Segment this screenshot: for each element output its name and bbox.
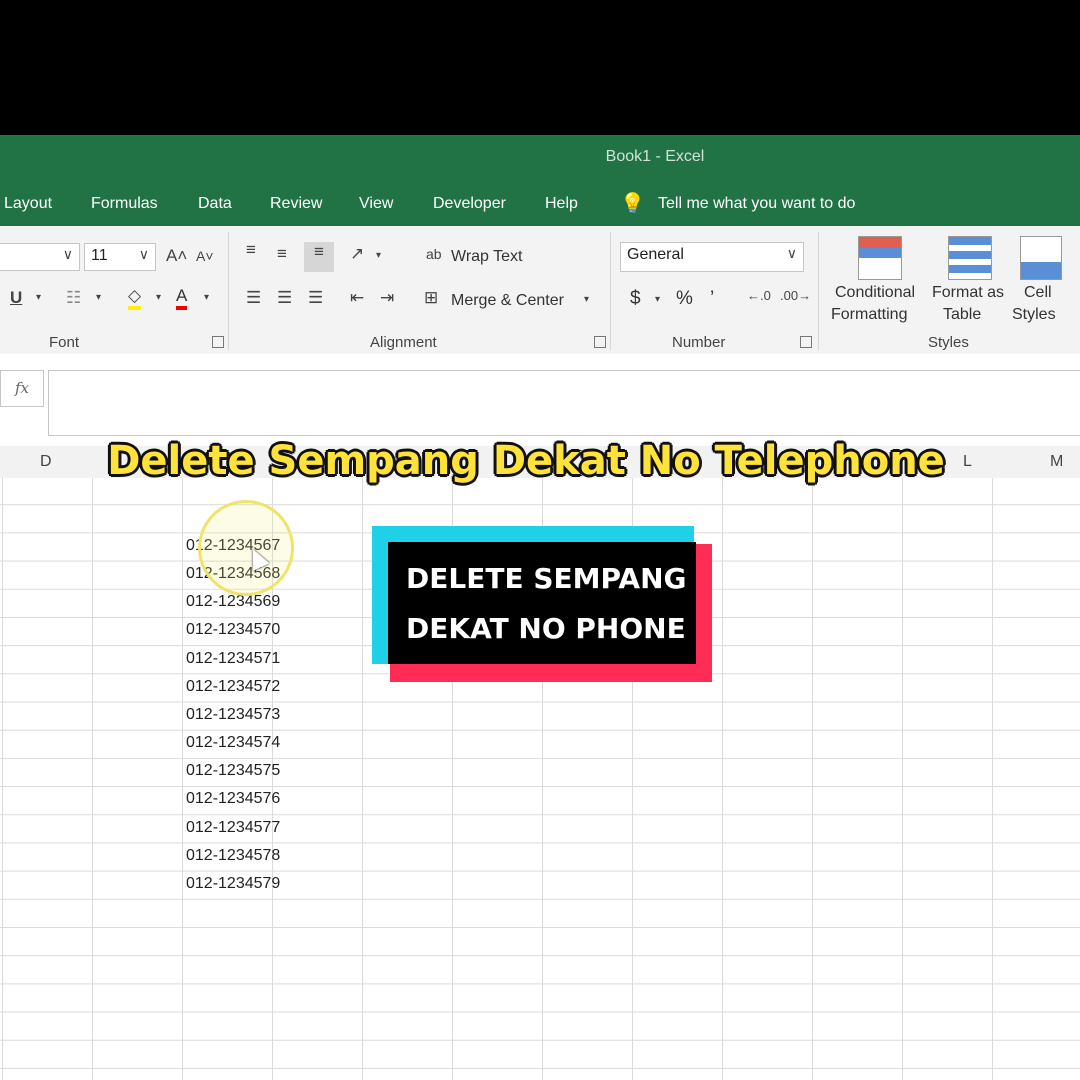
- card-line-1: DELETE SEMPANG: [406, 562, 687, 595]
- chevron-down-icon[interactable]: ▾: [204, 292, 209, 303]
- font-dialog-launcher[interactable]: [212, 336, 224, 348]
- styles-group-label: Styles: [928, 334, 969, 351]
- font-color-icon[interactable]: A: [176, 286, 188, 310]
- tab-data[interactable]: Data: [198, 195, 232, 213]
- decrease-font-icon[interactable]: A˅: [196, 248, 214, 264]
- card-line-2: DEKAT NO PHONE: [406, 612, 686, 645]
- increase-font-icon[interactable]: A˄: [166, 246, 187, 266]
- currency-button[interactable]: $: [630, 288, 641, 310]
- alignment-dialog-launcher[interactable]: [594, 336, 606, 348]
- group-separator: [228, 232, 229, 350]
- tab-layout[interactable]: Layout: [4, 195, 52, 213]
- insert-function-button[interactable]: fx: [0, 370, 44, 407]
- chevron-down-icon[interactable]: ▾: [156, 292, 161, 303]
- font-size-value: 11: [91, 247, 108, 264]
- font-size-combo[interactable]: 11 ∨: [84, 243, 156, 271]
- align-right-icon[interactable]: ☰: [308, 288, 323, 308]
- cell-styles-icon[interactable]: [1020, 236, 1062, 280]
- align-middle-icon[interactable]: ≡: [277, 244, 287, 264]
- underline-icon[interactable]: U: [10, 288, 22, 308]
- cell-styles-label2[interactable]: Styles: [1012, 306, 1056, 324]
- increase-decimal-icon[interactable]: ←.0: [747, 288, 771, 303]
- borders-icon[interactable]: ☷: [66, 288, 81, 308]
- chevron-down-icon: ∨: [62, 246, 73, 262]
- number-format-value: General: [627, 246, 684, 263]
- comma-style-button[interactable]: ’: [710, 288, 714, 310]
- increase-indent-icon[interactable]: ⇥: [380, 288, 394, 308]
- window-title: Book1 - Excel: [605, 148, 705, 165]
- format-as-table-label1[interactable]: Format as: [932, 284, 1004, 302]
- chevron-down-icon: ∨: [786, 245, 797, 261]
- table-row[interactable]: 012-1234570: [186, 621, 280, 639]
- alignment-group-label: Alignment: [370, 334, 437, 351]
- format-as-table-icon[interactable]: [948, 236, 992, 280]
- wrap-text-icon: ab: [426, 246, 442, 262]
- table-row[interactable]: 012-1234579: [186, 875, 280, 893]
- format-as-table-label2[interactable]: Table: [943, 306, 981, 324]
- align-left-icon[interactable]: ☰: [246, 288, 261, 308]
- group-separator: [818, 232, 819, 350]
- table-row[interactable]: 012-1234575: [186, 762, 280, 780]
- tab-developer[interactable]: Developer: [433, 195, 506, 213]
- tab-review[interactable]: Review: [270, 195, 322, 213]
- merge-icon: ⊞: [424, 288, 439, 307]
- chevron-down-icon[interactable]: ▾: [376, 250, 381, 261]
- decrease-decimal-icon[interactable]: .00→: [780, 288, 811, 303]
- title-card: DELETE SEMPANG DEKAT NO PHONE: [388, 542, 696, 664]
- chevron-down-icon[interactable]: ▾: [96, 292, 101, 303]
- chevron-down-icon[interactable]: ▾: [36, 292, 41, 303]
- orientation-icon[interactable]: ↗: [350, 244, 364, 264]
- merge-center-button[interactable]: Merge & Center: [451, 292, 564, 310]
- number-format-combo[interactable]: General ∨: [620, 242, 804, 272]
- number-dialog-launcher[interactable]: [800, 336, 812, 348]
- percent-button[interactable]: %: [676, 288, 693, 310]
- group-separator: [610, 232, 611, 350]
- decrease-indent-icon[interactable]: ⇤: [350, 288, 364, 308]
- chevron-down-icon: ∨: [138, 246, 149, 262]
- cell-styles-label1[interactable]: Cell: [1024, 284, 1052, 302]
- table-row[interactable]: 012-1234578: [186, 847, 280, 865]
- table-row[interactable]: 012-1234577: [186, 819, 280, 837]
- lightbulb-icon: 💡: [620, 193, 645, 215]
- tab-formulas[interactable]: Formulas: [91, 195, 158, 213]
- table-row[interactable]: 012-1234571: [186, 650, 280, 668]
- formula-input[interactable]: [48, 370, 1080, 436]
- table-row[interactable]: 012-1234569: [186, 593, 280, 611]
- ribbon: ∨ 11 ∨ A˄ A˅ U ▾ ☷ ▾ ◇ ▾ A ▾ Font ≡ ≡ ≡ ↗…: [0, 226, 1080, 355]
- conditional-formatting-label1[interactable]: Conditional: [835, 284, 915, 302]
- chevron-down-icon[interactable]: ▾: [584, 294, 589, 305]
- fill-color-icon[interactable]: ◇: [128, 286, 142, 310]
- table-row[interactable]: 012-1234573: [186, 706, 280, 724]
- font-group-label: Font: [49, 334, 80, 351]
- align-center-icon[interactable]: ☰: [277, 288, 292, 308]
- table-row[interactable]: 012-1234572: [186, 678, 280, 696]
- font-name-combo[interactable]: ∨: [0, 243, 80, 271]
- tab-view[interactable]: View: [359, 195, 393, 213]
- chevron-down-icon[interactable]: ▾: [655, 294, 660, 305]
- number-group-label: Number: [672, 334, 726, 351]
- align-bottom-icon[interactable]: ≡: [304, 242, 334, 272]
- wrap-text-button[interactable]: Wrap Text: [451, 248, 522, 266]
- ribbon-tabs: Layout Formulas Data Review View Develop…: [0, 182, 1080, 226]
- table-row[interactable]: 012-1234576: [186, 790, 280, 808]
- cursor-highlight: [198, 500, 294, 596]
- conditional-formatting-label2[interactable]: Formatting: [831, 306, 907, 324]
- video-caption: Delete Sempang Dekat No Telephone: [107, 438, 945, 484]
- tab-help[interactable]: Help: [545, 195, 578, 213]
- tell-me-search[interactable]: Tell me what you want to do: [658, 195, 855, 213]
- conditional-formatting-icon[interactable]: [858, 236, 902, 280]
- align-top-icon[interactable]: ≡: [246, 240, 256, 260]
- table-row[interactable]: 012-1234574: [186, 734, 280, 752]
